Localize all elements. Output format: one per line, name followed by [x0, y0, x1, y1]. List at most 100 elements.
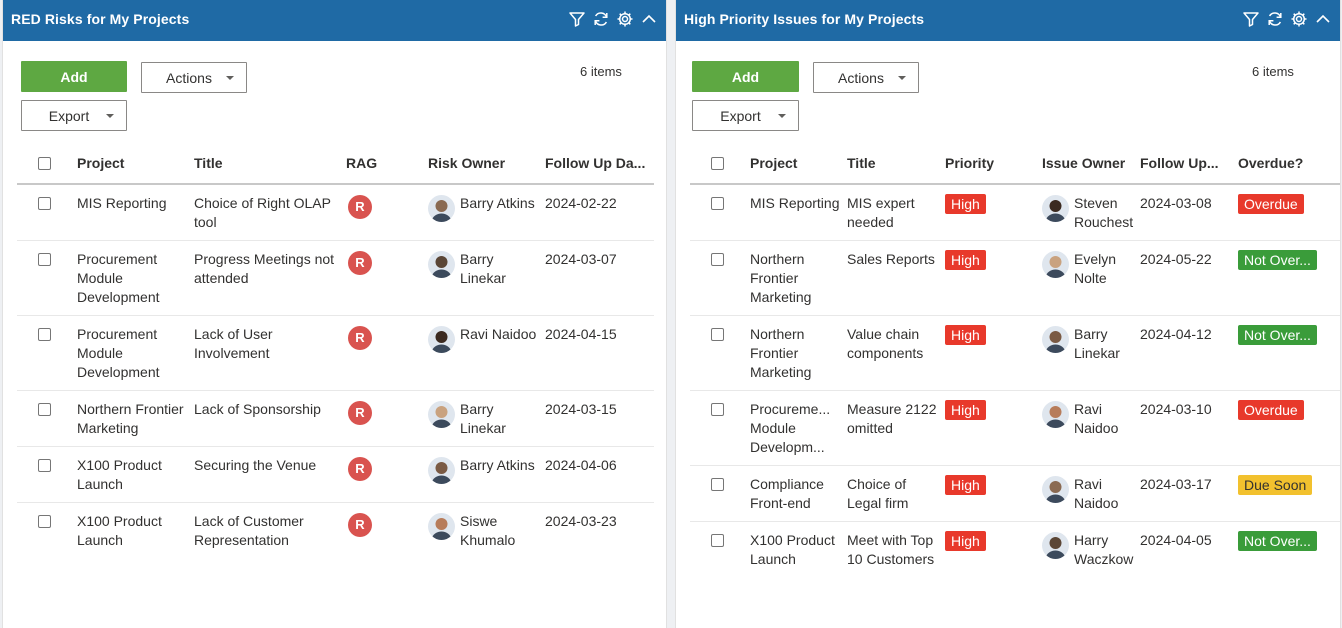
cell-follow-up: 2024-03-23	[545, 513, 617, 529]
refresh-icon[interactable]	[1266, 10, 1284, 28]
risks-table: Project Title RAG Risk Owner Follow Up D…	[17, 142, 654, 558]
table-row[interactable]: MIS Reporting MIS expert needed High Steven…	[690, 184, 1340, 241]
table-row[interactable]: X100 Product Launch Meet with Top 10 Cust…	[690, 522, 1340, 578]
cell-title[interactable]: Sales Reports	[847, 240, 945, 316]
cell-title[interactable]: Lack of User Involvement	[194, 315, 346, 391]
cell-title[interactable]: Securing the Venue	[194, 446, 346, 503]
cell-title[interactable]: Value chain components	[847, 315, 945, 391]
gear-icon[interactable]	[616, 10, 634, 28]
avatar	[428, 195, 455, 222]
rag-badge: R	[348, 401, 372, 425]
table-row[interactable]: Procureme... Module Developm... Measure 2…	[690, 390, 1340, 466]
rag-badge: R	[348, 195, 372, 219]
export-label: Export	[48, 107, 90, 124]
actions-dropdown[interactable]: Actions	[813, 62, 919, 93]
chevron-down-icon	[898, 76, 906, 80]
table-row[interactable]: X100 Product Launch Securing the Venue R Ba…	[17, 446, 654, 503]
row-checkbox[interactable]	[38, 515, 51, 528]
table-row[interactable]: Compliance Front-end Choice of Legal firm…	[690, 465, 1340, 522]
table-row[interactable]: X100 Product Launch Lack of Customer Repr…	[17, 503, 654, 559]
cell-title[interactable]: Measure 2122 omitted	[847, 390, 945, 466]
overdue-badge: Not Over...	[1238, 250, 1317, 270]
cell-owner: Barry Atkins	[460, 457, 535, 473]
item-count: 6 items	[580, 64, 622, 79]
avatar	[428, 251, 455, 278]
column-header-rag[interactable]: RAG	[346, 142, 428, 185]
cell-title[interactable]: Progress Meetings not attended	[194, 240, 346, 316]
column-header-project[interactable]: Project	[77, 142, 194, 185]
row-checkbox[interactable]	[38, 459, 51, 472]
chevron-down-icon	[226, 76, 234, 80]
cell-owner: Barry Atkins	[460, 195, 535, 211]
select-all-checkbox[interactable]	[38, 157, 51, 171]
overdue-badge: Not Over...	[1238, 531, 1317, 551]
select-all-checkbox[interactable]	[711, 157, 724, 171]
overdue-badge: Overdue	[1238, 400, 1304, 420]
cell-project: MIS Reporting	[750, 184, 847, 241]
table-row[interactable]: Northern Frontier Marketing Sales Reports…	[690, 240, 1340, 316]
avatar	[1042, 326, 1069, 353]
chevron-down-icon	[106, 114, 114, 118]
row-checkbox[interactable]	[711, 328, 724, 341]
table-row[interactable]: Procurement Module Development Lack of Us…	[17, 315, 654, 391]
row-checkbox[interactable]	[711, 534, 724, 547]
row-checkbox[interactable]	[711, 478, 724, 491]
priority-badge: High	[945, 194, 986, 214]
chevron-up-icon[interactable]	[640, 10, 658, 28]
column-header-follow-up[interactable]: Follow Up...	[1140, 142, 1238, 185]
column-header-priority[interactable]: Priority	[945, 142, 1042, 185]
cell-follow-up: 2024-02-22	[545, 184, 654, 241]
avatar	[1042, 476, 1069, 503]
add-button[interactable]: Add	[692, 61, 799, 92]
cell-title[interactable]: Choice of Right OLAP tool	[194, 184, 346, 241]
table-row[interactable]: MIS Reporting Choice of Right OLAP tool R B…	[17, 184, 654, 241]
row-checkbox[interactable]	[38, 197, 51, 210]
high-priority-issues-panel: High Priority Issues for My Projects Add…	[675, 0, 1341, 628]
table-row[interactable]: Procurement Module Development Progress M…	[17, 240, 654, 316]
cell-owner: Ravi Naidoo	[1074, 476, 1119, 511]
row-checkbox[interactable]	[711, 253, 724, 266]
cell-owner: Harry Waczkow	[1074, 532, 1134, 567]
cell-title[interactable]: Lack of Customer Representation	[194, 503, 346, 559]
row-checkbox[interactable]	[38, 403, 51, 416]
filter-icon[interactable]	[1242, 10, 1260, 28]
cell-title[interactable]: Choice of Legal firm	[847, 465, 945, 522]
cell-project: Procurement Module Development	[77, 240, 194, 316]
column-header-project[interactable]: Project	[750, 142, 847, 185]
rag-badge: R	[348, 251, 372, 275]
panel-header: RED Risks for My Projects	[3, 0, 666, 41]
filter-icon[interactable]	[568, 10, 586, 28]
cell-title[interactable]: MIS expert needed	[847, 184, 945, 241]
cell-project: X100 Product Launch	[750, 532, 835, 567]
table-row[interactable]: Northern Frontier Marketing Value chain c…	[690, 315, 1340, 391]
priority-badge: High	[945, 250, 986, 270]
cell-title[interactable]: Lack of Sponsorship	[194, 390, 346, 447]
column-header-risk-owner[interactable]: Risk Owner	[428, 142, 545, 185]
export-dropdown[interactable]: Export	[692, 100, 799, 131]
add-button[interactable]: Add	[21, 61, 127, 92]
actions-dropdown[interactable]: Actions	[141, 62, 247, 93]
column-header-follow-up[interactable]: Follow Up Da...	[545, 142, 654, 185]
refresh-icon[interactable]	[592, 10, 610, 28]
row-checkbox[interactable]	[711, 403, 724, 416]
column-header-title[interactable]: Title	[194, 142, 346, 185]
column-header-overdue[interactable]: Overdue?	[1238, 142, 1340, 185]
cell-title[interactable]: Meet with Top 10 Customers	[847, 522, 945, 578]
avatar	[1042, 401, 1069, 428]
cell-follow-up: 2024-03-10	[1140, 390, 1238, 466]
row-checkbox[interactable]	[38, 253, 51, 266]
export-dropdown[interactable]: Export	[21, 100, 127, 131]
column-header-issue-owner[interactable]: Issue Owner	[1042, 142, 1140, 185]
column-header-title[interactable]: Title	[847, 142, 945, 185]
panel-title: RED Risks for My Projects	[11, 11, 190, 27]
cell-follow-up: 2024-04-15	[545, 315, 654, 391]
chevron-up-icon[interactable]	[1314, 10, 1332, 28]
overdue-badge: Overdue	[1238, 194, 1304, 214]
gear-icon[interactable]	[1290, 10, 1308, 28]
avatar	[428, 513, 455, 540]
table-row[interactable]: Northern Frontier Marketing Lack of Spons…	[17, 390, 654, 447]
panel-title: High Priority Issues for My Projects	[684, 11, 925, 27]
row-checkbox[interactable]	[38, 328, 51, 341]
row-checkbox[interactable]	[711, 197, 724, 210]
cell-follow-up: 2024-03-07	[545, 240, 654, 316]
